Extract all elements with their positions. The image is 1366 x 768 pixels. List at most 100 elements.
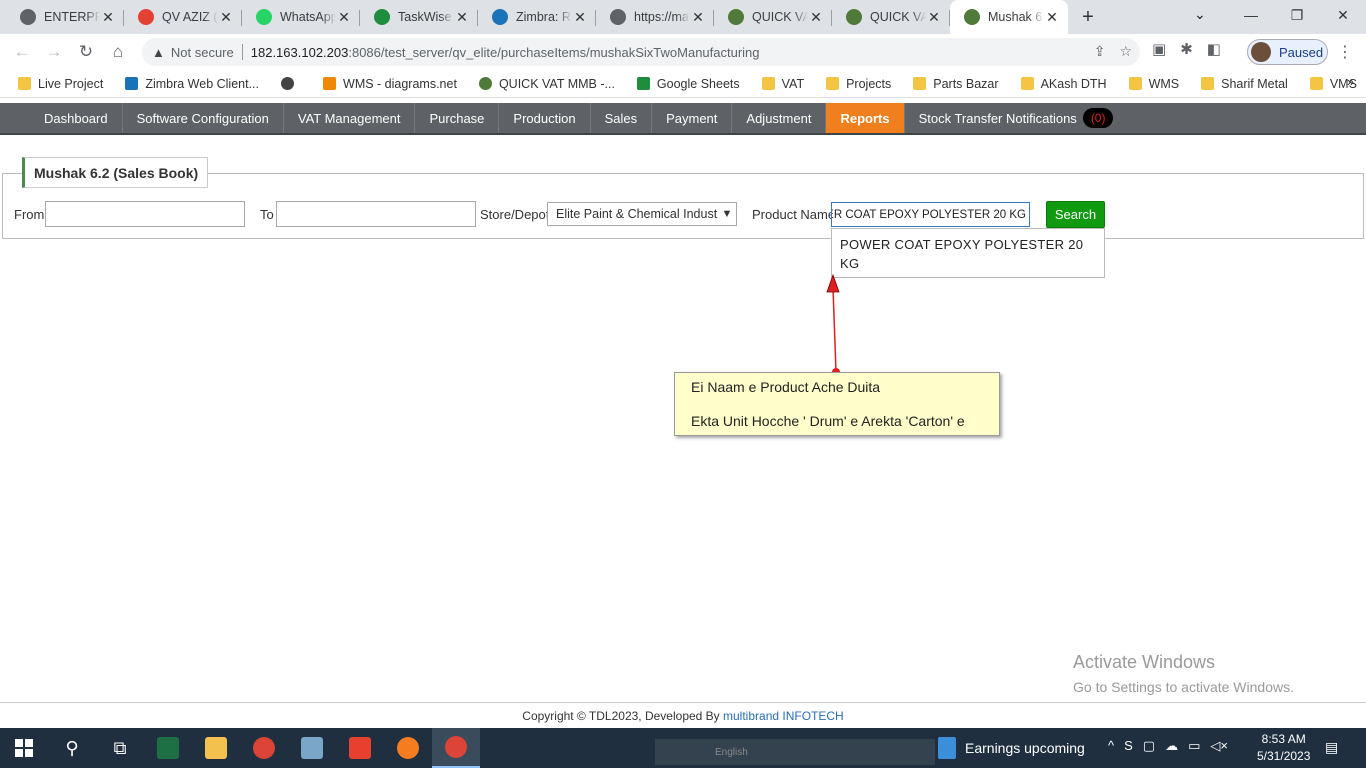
news-widget[interactable]: Earnings upcoming (938, 728, 1085, 768)
chrome-icon[interactable] (240, 728, 288, 768)
nav-item-label: Dashboard (44, 110, 108, 126)
nav-item-dashboard[interactable]: Dashboard (30, 103, 123, 133)
clock[interactable]: 8:53 AM 5/31/2023 (1257, 731, 1310, 765)
tab-title: TaskWise T (398, 10, 454, 24)
minimize-button[interactable]: — (1228, 0, 1274, 30)
back-icon[interactable]: ← (6, 36, 38, 68)
bookmark-item[interactable]: Sharif Metal (1201, 77, 1288, 91)
extension-icon[interactable]: ▣ (1152, 40, 1166, 58)
nav-item-production[interactable]: Production (499, 103, 591, 133)
anydesk-icon[interactable] (336, 728, 384, 768)
folder-icon (761, 77, 775, 90)
tray-app-icon[interactable]: S (1124, 738, 1133, 754)
bookmark-item[interactable]: Parts Bazar (913, 77, 999, 91)
notifications-icon[interactable]: ▤ (1325, 739, 1338, 756)
bookmarks-overflow-icon[interactable]: » (1347, 75, 1354, 89)
nav-item-label: Payment (666, 110, 718, 126)
bookmark-item[interactable]: WMS - diagrams.net (323, 77, 457, 91)
windows-start-icon[interactable] (0, 728, 48, 768)
tab-search-icon[interactable]: ⌄ (1194, 6, 1206, 23)
nav-item-adjustment[interactable]: Adjustment (732, 103, 827, 133)
close-icon[interactable]: ✕ (808, 9, 824, 26)
bookmark-label: Projects (846, 76, 892, 91)
battery-icon[interactable]: ▭ (1188, 738, 1200, 754)
close-icon[interactable]: ✕ (572, 9, 588, 26)
close-icon[interactable]: ✕ (690, 9, 706, 26)
browser-tab[interactable]: Zimbra: Re ✕ (478, 0, 596, 34)
maximize-button[interactable]: ❐ (1274, 0, 1320, 30)
close-icon[interactable]: ✕ (1044, 9, 1060, 26)
bookmark-star-icon[interactable]: ☆ (1119, 43, 1132, 60)
bookmark-item[interactable]: AKash DTH (1020, 77, 1107, 91)
file-explorer-icon[interactable] (192, 728, 240, 768)
volume-icon[interactable]: ◁× (1210, 738, 1228, 754)
nav-item-stock-transfer-notifications[interactable]: Stock Transfer Notifications (0) (905, 103, 1128, 133)
chevron-up-icon[interactable]: ^ (1108, 738, 1114, 754)
store-selected-value: Elite Paint & Chemical Industr (556, 207, 718, 221)
nav-item-purchase[interactable]: Purchase (415, 103, 500, 133)
to-date-input[interactable] (276, 201, 476, 227)
bookmark-item[interactable]: QUICK VAT MMB -... (478, 77, 615, 91)
bookmark-item[interactable] (281, 77, 301, 91)
search-icon[interactable]: ⚲ (48, 728, 96, 768)
reload-icon[interactable]: ↻ (70, 36, 102, 68)
browser-tab[interactable]: ENTERPRISE✕ (6, 0, 124, 34)
meet-icon[interactable]: ▢ (1143, 738, 1155, 754)
from-date-input[interactable] (45, 201, 245, 227)
bookmark-item[interactable]: WMS (1128, 77, 1179, 91)
tab-favicon-icon (728, 9, 744, 25)
bookmark-item[interactable]: Google Sheets (636, 76, 740, 91)
tab-title: WhatsApp (280, 10, 336, 24)
home-icon[interactable]: ⌂ (102, 36, 134, 68)
browser-tab[interactable]: WhatsApp ✕ (242, 0, 360, 34)
footer-link[interactable]: multibrand INFOTECH (723, 709, 844, 723)
clock-time: 8:53 AM (1261, 732, 1306, 746)
sidebar-icon[interactable]: ◧ (1207, 40, 1221, 58)
task-view-icon[interactable]: ⧉ (96, 728, 144, 768)
new-tab-button[interactable]: + (1068, 0, 1108, 34)
language-label[interactable]: English (715, 747, 748, 758)
browser-tab[interactable]: QUICK VAT✕ (714, 0, 832, 34)
app-icon[interactable] (288, 728, 336, 768)
nav-item-sales[interactable]: Sales (591, 103, 653, 133)
folder-icon (1128, 77, 1142, 90)
firefox-icon[interactable] (384, 728, 432, 768)
address-bar[interactable]: ▲ Not secure 182.163.102.203 :8086/test_… (142, 38, 1140, 66)
search-button[interactable]: Search (1046, 201, 1105, 228)
profile-button[interactable]: Paused (1247, 39, 1328, 65)
nav-item-payment[interactable]: Payment (652, 103, 733, 133)
bookmark-item[interactable]: Live Project (18, 77, 103, 91)
nav-item-software-configuration[interactable]: Software Configuration (123, 103, 284, 133)
browser-tab[interactable]: https://ma ✕ (596, 0, 714, 34)
close-icon[interactable]: ✕ (926, 9, 942, 26)
puzzle-icon[interactable]: ✱ (1180, 40, 1193, 58)
bookmark-item[interactable]: Zimbra Web Client... (125, 77, 259, 91)
watermark-title: Activate Windows (1073, 652, 1216, 672)
browser-tab[interactable]: TaskWise T✕ (360, 0, 478, 34)
close-icon[interactable]: ✕ (218, 9, 234, 26)
nav-item-vat-management[interactable]: VAT Management (284, 103, 416, 133)
browser-tab[interactable]: QUICK VAT✕ (832, 0, 950, 34)
store-label: Store/Depot (480, 207, 550, 222)
close-icon[interactable]: ✕ (336, 9, 352, 26)
bookmark-item[interactable]: Projects (826, 77, 891, 91)
browser-tab[interactable]: QV AZIZ (M✕ (124, 0, 242, 34)
menu-kebab-icon[interactable]: ⋮ (1337, 42, 1353, 62)
browser-tab[interactable]: Mushak 6. ✕ (950, 0, 1068, 34)
tab-title: https://ma (634, 10, 689, 24)
forward-icon[interactable]: → (38, 36, 70, 68)
divider (241, 44, 243, 60)
product-name-input[interactable]: /ER COAT EPOXY POLYESTER 20 KG (831, 202, 1030, 227)
product-suggestion[interactable]: POWER COAT EPOXY POLYESTER 20 KG (831, 228, 1105, 278)
close-icon[interactable]: ✕ (100, 9, 116, 26)
chrome-active-icon[interactable] (432, 728, 480, 768)
share-icon[interactable]: ⇪ (1094, 43, 1106, 60)
bookmark-item[interactable]: VAT (761, 77, 804, 91)
bookmark-label: Google Sheets (656, 76, 740, 91)
excel-icon[interactable] (144, 728, 192, 768)
cloud-icon[interactable]: ☁ (1165, 738, 1178, 754)
store-select[interactable]: Elite Paint & Chemical Industr ▼ (547, 202, 737, 226)
close-icon[interactable]: ✕ (454, 9, 470, 26)
nav-item-reports[interactable]: Reports (826, 103, 905, 133)
close-window-button[interactable]: ✕ (1320, 0, 1366, 30)
